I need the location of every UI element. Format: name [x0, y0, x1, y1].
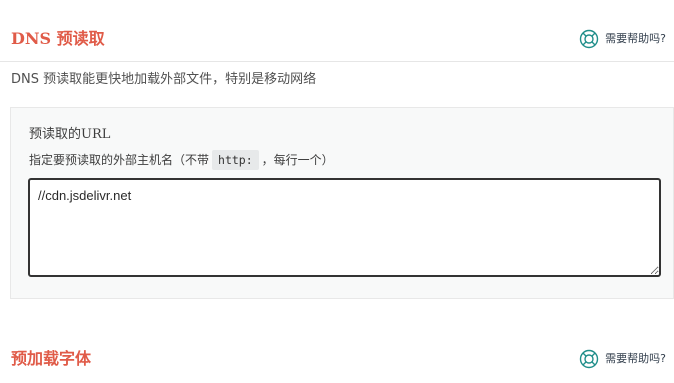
help-label: 需要帮助吗? [605, 32, 666, 45]
hint-text-before: 指定要预读取的外部主机名（不带 [29, 153, 210, 167]
prefetch-url-textarea[interactable]: //cdn.jsdelivr.net [28, 178, 661, 277]
dns-prefetch-title: DNS 预读取 [11, 29, 105, 48]
hint-code-chip: http: [212, 150, 259, 170]
dns-prefetch-help-link[interactable]: 需要帮助吗? [579, 29, 666, 49]
dns-prefetch-description: DNS 预读取能更快地加载外部文件，特别是移动网络 [11, 72, 317, 87]
lifebuoy-icon [579, 29, 599, 49]
prefetch-url-hint: 指定要预读取的外部主机名（不带 http: ，每行一个） [29, 149, 334, 171]
hint-text-after: ，每行一个） [261, 153, 334, 167]
preload-fonts-help-link[interactable]: 需要帮助吗? [579, 349, 666, 369]
preload-fonts-title: 预加载字体 [11, 349, 92, 368]
dns-prefetch-section-header: DNS 预读取 需要帮助吗? [0, 10, 674, 62]
prefetch-url-panel: 预读取的URL 指定要预读取的外部主机名（不带 http: ，每行一个） //c… [10, 107, 674, 299]
lifebuoy-icon [579, 349, 599, 369]
settings-page: DNS 预读取 需要帮助吗? DNS 预读取能更快地加载外部文件，特别是移动网络… [0, 0, 674, 383]
help-label: 需要帮助吗? [605, 352, 666, 365]
prefetch-url-label: 预读取的URL [29, 127, 111, 142]
preload-fonts-section-header: 预加载字体 需要帮助吗? [0, 332, 674, 383]
